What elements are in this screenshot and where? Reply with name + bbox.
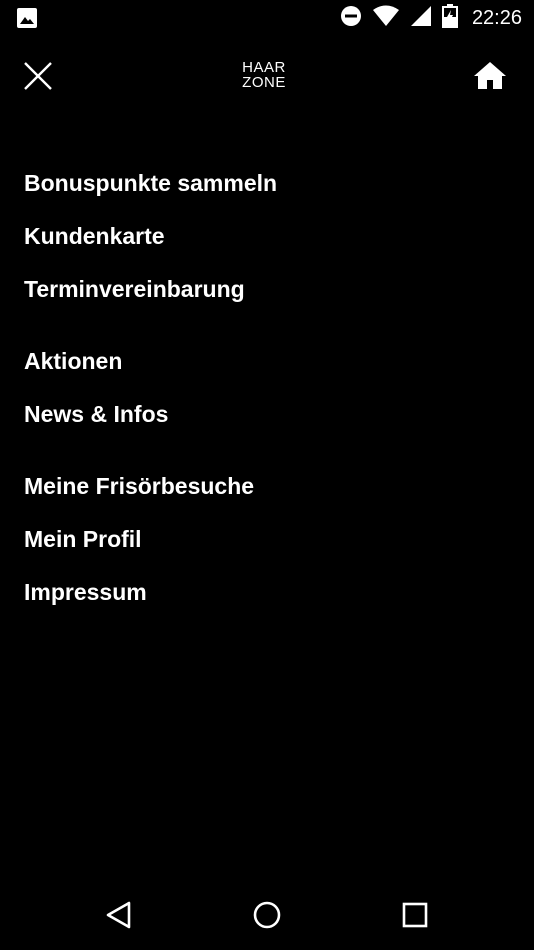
cellular-signal-icon [410, 5, 432, 32]
close-button[interactable] [20, 58, 56, 94]
recents-button[interactable] [396, 896, 434, 934]
image-notification-icon [16, 7, 38, 34]
app-screen: 22:26 HAAR ZONE Bonuspunkte sammeln Kund… [0, 0, 534, 950]
logo-line-1: HAAR [242, 59, 286, 76]
logo-line-2: ZONE [242, 74, 286, 91]
do-not-disturb-icon [340, 5, 362, 32]
menu-item-mein-profil[interactable]: Mein Profil [24, 526, 142, 553]
back-button[interactable] [100, 896, 138, 934]
menu-item-terminvereinbarung[interactable]: Terminvereinbarung [24, 276, 245, 303]
back-icon [106, 901, 131, 929]
menu-item-aktionen[interactable]: Aktionen [24, 348, 122, 375]
menu-item-impressum[interactable]: Impressum [24, 579, 147, 606]
status-bar: 22:26 [0, 0, 534, 36]
recents-icon [402, 902, 428, 928]
menu-item-news-infos[interactable]: News & Infos [24, 401, 168, 428]
menu-item-bonuspunkte[interactable]: Bonuspunkte sammeln [24, 170, 277, 197]
system-nav-bar [0, 880, 534, 950]
battery-icon [441, 3, 458, 33]
menu-item-frisoerbesuche[interactable]: Meine Frisörbesuche [24, 473, 254, 500]
home-nav-button[interactable] [248, 896, 286, 934]
close-icon [24, 62, 52, 90]
haarzone-logo: HAAR ZONE [240, 60, 288, 90]
wifi-icon [372, 5, 400, 32]
status-icons: 22:26 [340, 0, 522, 36]
status-time: 22:26 [471, 6, 522, 29]
home-circle-icon [253, 901, 281, 929]
app-header: HAAR ZONE [0, 50, 534, 102]
menu-item-kundenkarte[interactable]: Kundenkarte [24, 223, 165, 250]
home-icon [474, 62, 506, 89]
home-button[interactable] [472, 58, 508, 94]
